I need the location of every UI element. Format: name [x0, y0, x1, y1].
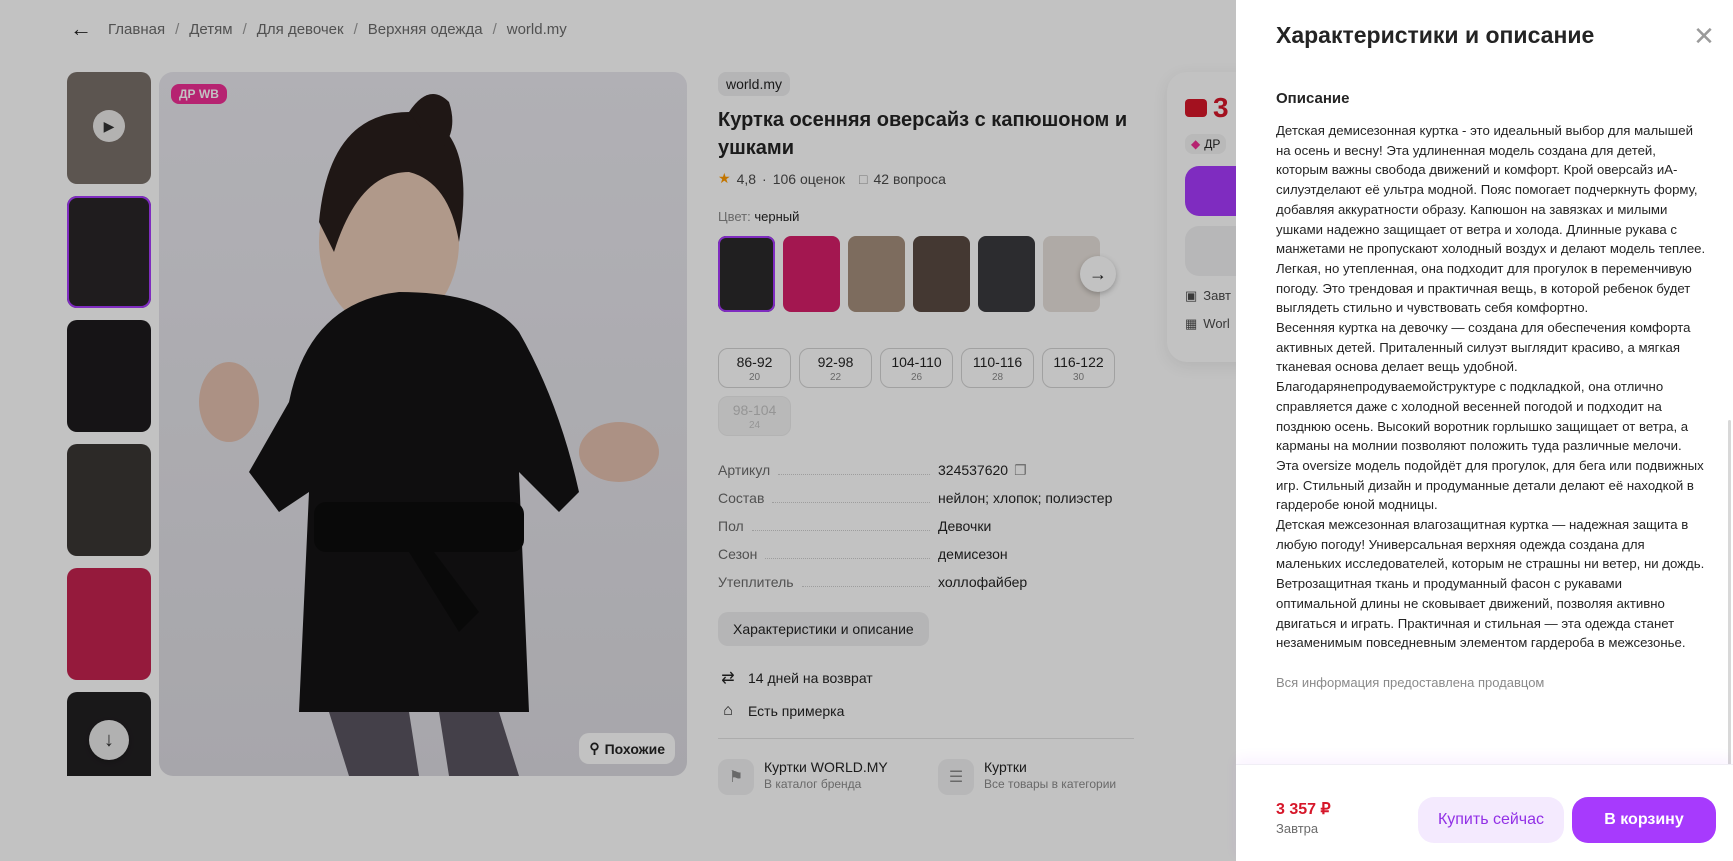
description-text: Детская демисезонная куртка - это идеаль…: [1276, 123, 1706, 651]
footer-price: 3 357 ₽: [1276, 801, 1331, 818]
seller-info-note: Вся информация предоставлена продавцом: [1276, 674, 1545, 690]
delivery-date: Завтра: [1276, 821, 1319, 836]
scrollbar[interactable]: [1728, 420, 1731, 780]
drawer-content[interactable]: Описание Детская демисезонная куртка - э…: [1276, 72, 1706, 762]
description-heading: Описание: [1276, 90, 1350, 107]
close-icon[interactable]: ✕: [1692, 23, 1716, 49]
drawer-footer: 3 357 ₽ Завтра Купить сейчас В корзину: [1236, 764, 1733, 861]
description-drawer: Характеристики и описание ✕ Описание Дет…: [1236, 0, 1733, 861]
scrolled-content-edge: [1276, 72, 1706, 76]
buy-now-button[interactable]: Купить сейчас: [1418, 797, 1564, 843]
drawer-title: Характеристики и описание: [1276, 22, 1595, 48]
add-to-cart-button[interactable]: В корзину: [1572, 797, 1716, 843]
